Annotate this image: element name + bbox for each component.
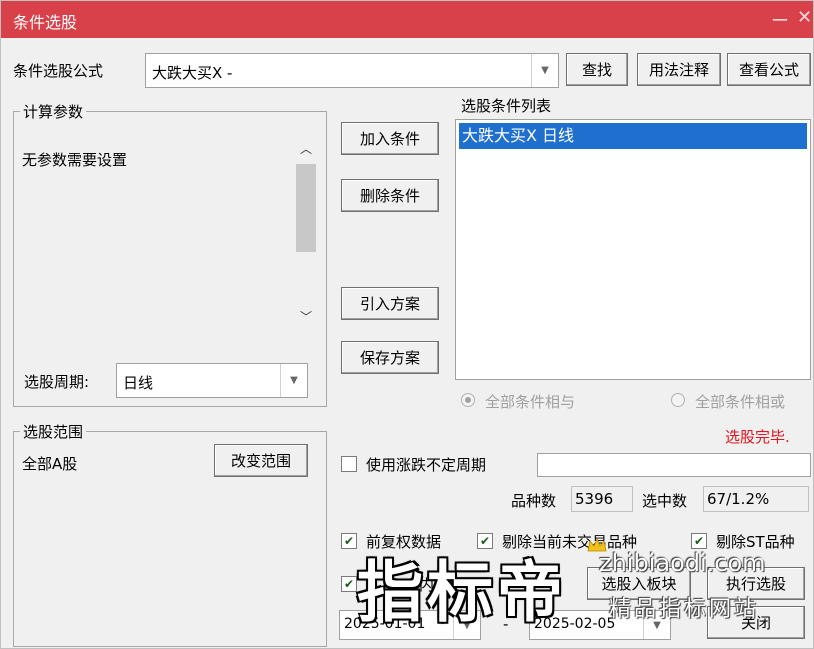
period-value: 日线 bbox=[123, 374, 154, 392]
radio-or-label: 全部条件相或 bbox=[695, 393, 786, 411]
selected-label: 选中数 bbox=[642, 492, 688, 510]
exclude-st-checkbox[interactable]: ✔ bbox=[691, 533, 707, 549]
add-condition-button[interactable]: 加入条件 bbox=[341, 122, 439, 155]
period-label: 选股周期: bbox=[24, 373, 90, 391]
conditions-list-label: 选股条件列表 bbox=[461, 97, 552, 115]
radio-and[interactable] bbox=[461, 393, 475, 407]
view-formula-button[interactable]: 查看公式 bbox=[727, 53, 811, 86]
selected-value: 67/1.2% bbox=[707, 490, 770, 508]
condition-stock-screener-window: 条件选股 ー ✕ 条件选股公式 大跌大买X - ▼ 查找 用法注释 查看公式 计… bbox=[0, 0, 814, 649]
scroll-down-icon[interactable]: ﹀ bbox=[300, 308, 312, 325]
variable-period-checkbox[interactable] bbox=[341, 456, 357, 472]
scrollbar-thumb[interactable] bbox=[296, 164, 316, 252]
watermark-subtitle: 精品指标网站 bbox=[609, 597, 760, 622]
time-range-checkbox[interactable]: ✔ bbox=[341, 576, 357, 592]
radio-and-label: 全部条件相与 bbox=[485, 393, 576, 411]
formula-select[interactable]: 大跌大买X - ▼ bbox=[145, 53, 559, 88]
window-title: 条件选股 bbox=[13, 13, 78, 32]
find-button[interactable]: 查找 bbox=[566, 53, 628, 86]
count-value: 5396 bbox=[575, 490, 614, 508]
close-icon[interactable]: ✕ bbox=[797, 7, 812, 28]
params-scrollbar[interactable]: ︿ ﹀ bbox=[294, 136, 318, 332]
delete-condition-button[interactable]: 删除条件 bbox=[341, 179, 439, 212]
formula-value: 大跌大买X - bbox=[152, 64, 233, 82]
range-group: 选股范围 全部A股 改变范围 bbox=[13, 421, 327, 647]
usage-notes-button[interactable]: 用法注释 bbox=[637, 53, 721, 86]
range-legend: 选股范围 bbox=[20, 421, 87, 442]
count-label: 品种数 bbox=[511, 492, 557, 510]
conditions-list[interactable]: 大跌大买X 日线 bbox=[455, 119, 811, 380]
count-box: 5396 bbox=[571, 486, 633, 512]
variable-period-label: 使用涨跌不定周期 bbox=[366, 456, 487, 474]
radio-or[interactable] bbox=[671, 393, 685, 407]
scroll-up-icon[interactable]: ︿ bbox=[300, 140, 312, 157]
variable-period-input[interactable] bbox=[537, 453, 811, 477]
params-legend: 计算参数 bbox=[20, 101, 87, 122]
period-select[interactable]: 日线 ▼ bbox=[116, 363, 308, 398]
import-scheme-button[interactable]: 引入方案 bbox=[341, 287, 439, 320]
params-text: 无参数需要设置 bbox=[22, 151, 128, 169]
prev-adjust-checkbox[interactable]: ✔ bbox=[341, 533, 357, 549]
status-text: 选股完毕. bbox=[725, 428, 790, 446]
minimize-button[interactable]: ー bbox=[771, 7, 789, 33]
watermark-logo-text: 指标帝 bbox=[357, 554, 567, 631]
formula-label: 条件选股公式 bbox=[13, 62, 104, 80]
chevron-down-icon[interactable]: ▼ bbox=[531, 54, 558, 87]
save-scheme-button[interactable]: 保存方案 bbox=[341, 341, 439, 374]
change-range-button[interactable]: 改变范围 bbox=[214, 444, 308, 477]
watermark-url: zhibiaodi.com bbox=[599, 549, 766, 577]
title-bar[interactable]: 条件选股 ー ✕ bbox=[1, 1, 813, 38]
params-group: 计算参数 无参数需要设置 ︿ ﹀ 选股周期: 日线 ▼ bbox=[13, 101, 327, 407]
selected-box: 67/1.2% bbox=[703, 486, 809, 512]
range-value: 全部A股 bbox=[22, 455, 78, 473]
chevron-down-icon[interactable]: ▼ bbox=[280, 364, 307, 397]
list-item[interactable]: 大跌大买X 日线 bbox=[459, 123, 807, 149]
